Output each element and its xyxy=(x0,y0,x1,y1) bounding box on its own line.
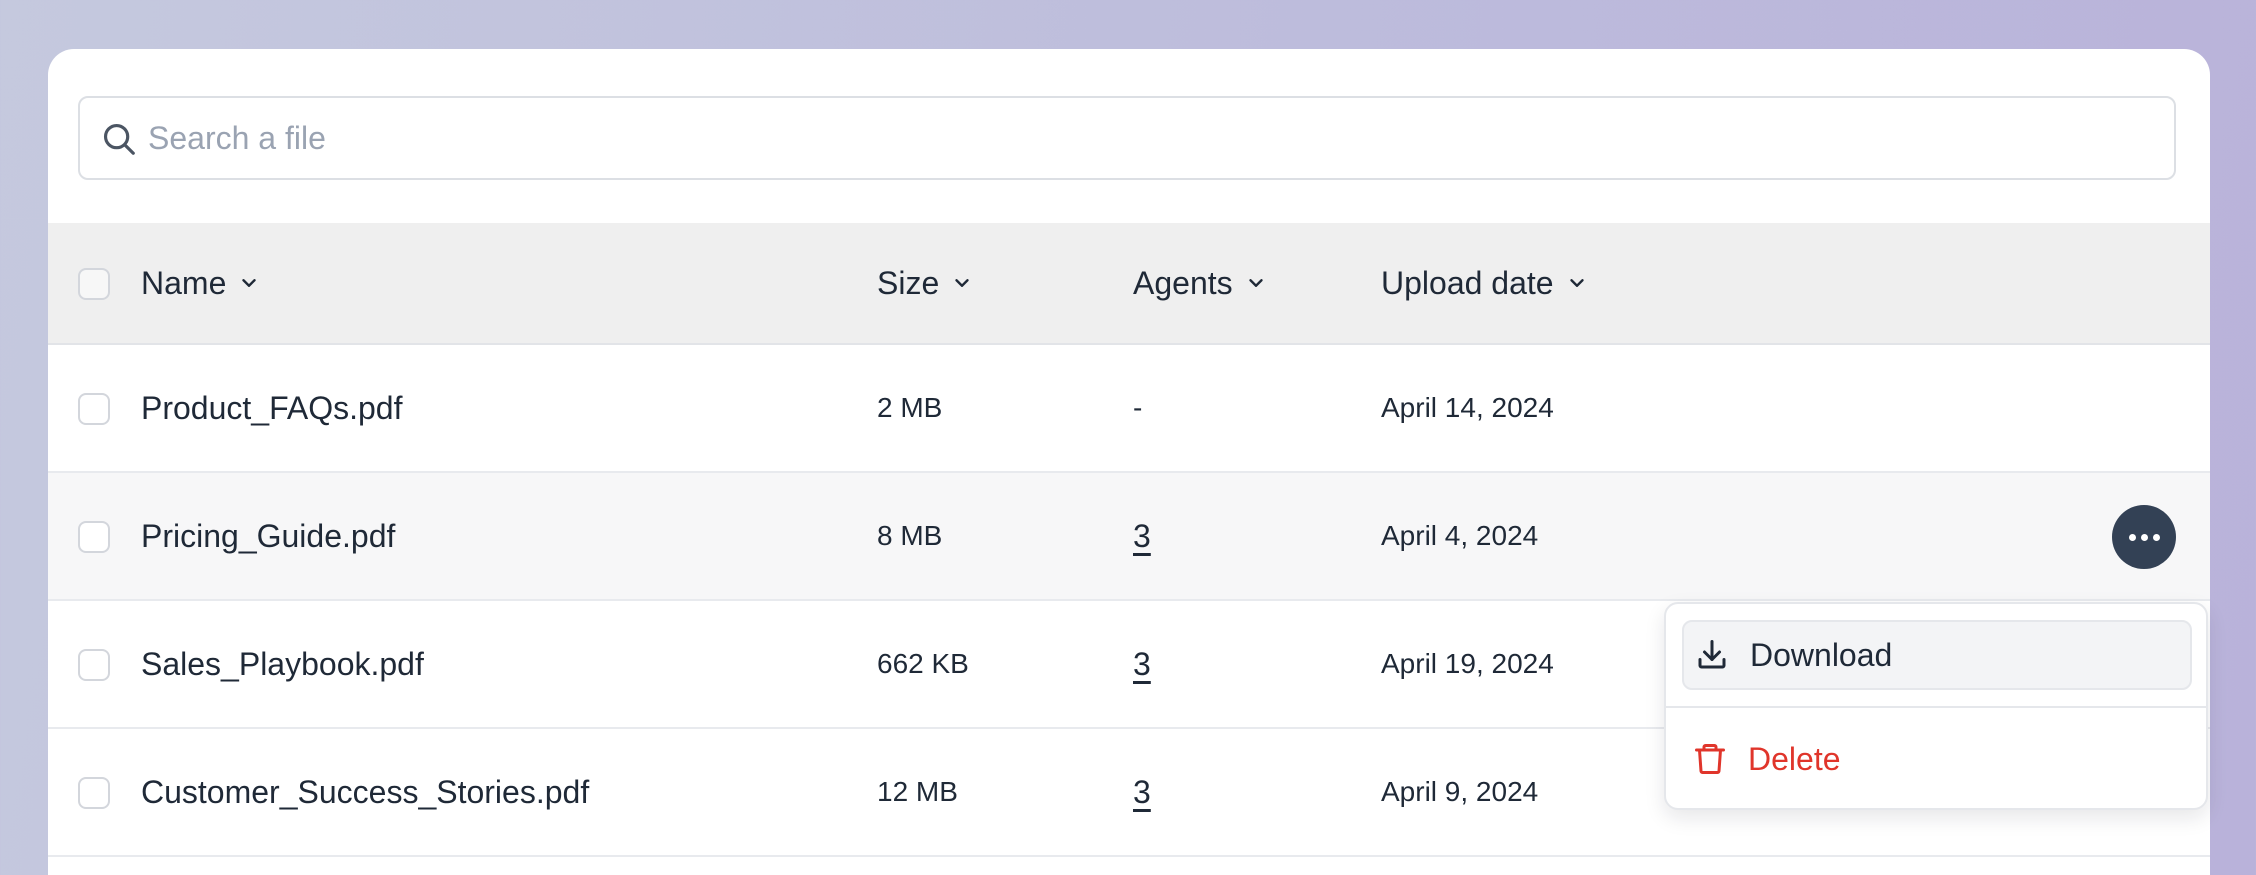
menu-divider xyxy=(1666,706,2206,708)
row-checkbox[interactable] xyxy=(78,393,110,425)
column-header-upload-date[interactable]: Upload date xyxy=(1381,223,1588,343)
file-size: 12 MB xyxy=(877,776,958,807)
agents-count-link[interactable]: 3 xyxy=(1133,774,1151,811)
column-header-size[interactable]: Size xyxy=(877,223,973,343)
chevron-down-icon xyxy=(1248,279,1263,287)
table-row[interactable]: Product_FAQs.pdf 2 MB - April 14, 2024 xyxy=(48,345,2210,473)
file-agents: 3 xyxy=(1133,729,1151,855)
file-upload-date: April 9, 2024 xyxy=(1381,776,1539,807)
chevron-down-icon xyxy=(1569,279,1584,287)
file-agents: 3 xyxy=(1133,473,1151,599)
file-upload-date: April 4, 2024 xyxy=(1381,520,1539,551)
row-actions-menu: Download Delete xyxy=(1664,602,2208,810)
delete-menu-item[interactable]: Delete xyxy=(1682,724,2192,794)
column-header-agents[interactable]: Agents xyxy=(1133,223,1267,343)
row-checkbox[interactable] xyxy=(78,521,110,553)
download-icon xyxy=(1698,640,1726,669)
search-box[interactable] xyxy=(78,96,2176,180)
file-upload-date: April 19, 2024 xyxy=(1381,648,1554,679)
table-row[interactable]: Pricing_Guide.pdf 8 MB 3 April 4, 2024 xyxy=(48,473,2210,601)
file-agents: - xyxy=(1133,345,1142,471)
select-all-checkbox[interactable] xyxy=(78,268,110,300)
file-size: 2 MB xyxy=(877,392,943,423)
search-icon xyxy=(103,123,135,155)
file-name: Product_FAQs.pdf xyxy=(141,389,403,426)
chevron-down-icon xyxy=(955,279,969,287)
row-checkbox[interactable] xyxy=(78,777,110,809)
column-header-label: Upload date xyxy=(1381,264,1554,301)
delete-label: Delete xyxy=(1748,740,1841,777)
agents-count-link[interactable]: 3 xyxy=(1133,646,1151,683)
row-checkbox[interactable] xyxy=(78,649,110,681)
agents-count-link[interactable]: 3 xyxy=(1133,518,1151,555)
file-name: Customer_Success_Stories.pdf xyxy=(141,773,590,810)
download-menu-item[interactable]: Download xyxy=(1682,620,2192,690)
chevron-down-icon xyxy=(242,279,257,287)
column-header-label: Agents xyxy=(1133,264,1233,301)
table-header: Name Size Agents Upload date xyxy=(48,223,2210,345)
trash-icon xyxy=(1695,744,1725,774)
file-agents: 3 xyxy=(1133,601,1151,727)
column-header-label: Name xyxy=(141,264,227,301)
file-name: Sales_Playbook.pdf xyxy=(141,645,424,682)
column-header-label: Size xyxy=(877,264,940,301)
download-label: Download xyxy=(1750,636,1893,673)
file-size: 662 KB xyxy=(877,648,969,679)
file-name: Pricing_Guide.pdf xyxy=(141,517,396,554)
more-horizontal-icon xyxy=(2126,533,2162,541)
file-size: 8 MB xyxy=(877,520,943,551)
column-header-name[interactable]: Name xyxy=(141,223,260,343)
agents-empty: - xyxy=(1133,392,1143,423)
file-upload-date: April 14, 2024 xyxy=(1381,392,1554,423)
row-actions-button[interactable] xyxy=(2112,505,2176,569)
search-input[interactable] xyxy=(148,98,2148,178)
